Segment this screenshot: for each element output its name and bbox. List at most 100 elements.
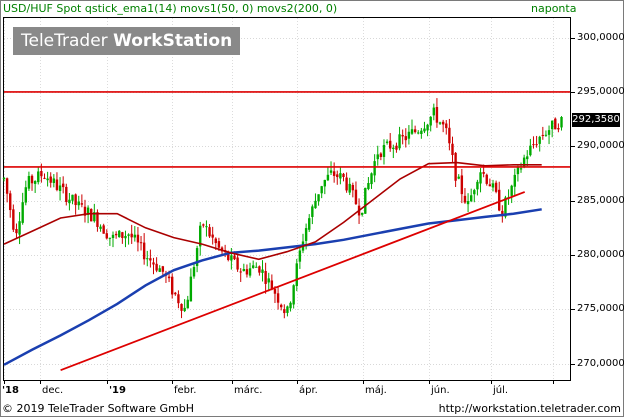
- candle: [105, 229, 108, 240]
- candle: [413, 125, 417, 134]
- candle: [445, 120, 448, 135]
- watermark-product: WorkStation: [113, 31, 233, 51]
- x-tick-label: ápr.: [299, 385, 318, 396]
- candle: [146, 250, 149, 267]
- candle: [332, 162, 336, 183]
- candle: [457, 174, 460, 180]
- candle-body: [535, 144, 538, 146]
- candle-body: [245, 269, 249, 275]
- candle: [136, 227, 140, 252]
- candle-body: [251, 265, 255, 268]
- candle-body: [373, 161, 376, 176]
- candle: [99, 224, 102, 232]
- candle-body: [426, 124, 429, 131]
- candle: [373, 154, 376, 183]
- candle: [102, 223, 105, 234]
- candle: [360, 212, 364, 217]
- candle-body: [37, 171, 40, 183]
- candle-body: [192, 267, 196, 277]
- candle: [186, 295, 189, 309]
- candle-body: [33, 180, 37, 184]
- candle: [336, 170, 339, 185]
- candle-body: [457, 176, 460, 179]
- candle: [376, 145, 379, 166]
- candle: [385, 139, 389, 145]
- candle-body: [554, 118, 557, 130]
- candle-body: [273, 289, 277, 294]
- candle: [58, 177, 62, 201]
- candle: [529, 138, 532, 157]
- candle-body: [5, 178, 9, 194]
- candle-body: [298, 250, 302, 262]
- candle-body: [560, 117, 563, 128]
- candle: [90, 208, 93, 222]
- candle-body: [279, 304, 283, 308]
- candle: [426, 123, 429, 137]
- candle-body: [407, 131, 411, 139]
- candle: [239, 268, 242, 282]
- candle-body: [40, 171, 43, 177]
- candle: [432, 103, 436, 121]
- candle: [407, 125, 411, 145]
- candle-body: [180, 303, 183, 311]
- candle: [469, 188, 473, 203]
- x-tick-label: '19: [109, 385, 126, 396]
- candle-body: [127, 234, 130, 236]
- candle-body: [513, 174, 516, 187]
- candle-body: [292, 285, 295, 305]
- candle-body: [267, 278, 270, 283]
- candle-body: [99, 226, 102, 229]
- candle-body: [80, 203, 84, 205]
- candle-body: [52, 178, 56, 184]
- candle-body: [317, 194, 320, 202]
- candle: [46, 171, 49, 187]
- candle-body: [46, 178, 49, 181]
- candle: [544, 130, 548, 137]
- candle: [258, 265, 261, 276]
- candle-body: [417, 132, 420, 134]
- candle-body: [438, 122, 442, 124]
- candle-body: [485, 174, 488, 184]
- candle: [195, 245, 199, 273]
- candle-body: [12, 209, 15, 230]
- candle-body: [258, 266, 261, 273]
- candle-body: [114, 233, 118, 236]
- candle-body: [152, 262, 155, 265]
- candle: [96, 209, 99, 232]
- candle-body: [102, 225, 105, 234]
- candle: [52, 174, 56, 188]
- candle: [339, 167, 342, 185]
- candle-body: [208, 227, 211, 237]
- candle-body: [494, 182, 498, 192]
- candle: [111, 231, 115, 248]
- candle: [248, 262, 252, 278]
- candle-body: [139, 242, 143, 244]
- candle: [15, 223, 18, 238]
- website-link[interactable]: http://workstation.teletrader.com: [439, 402, 621, 415]
- candle: [27, 171, 31, 191]
- last-price-tag: 292,3580: [572, 113, 620, 127]
- candle-body: [423, 128, 426, 132]
- candle: [389, 133, 392, 152]
- candle-body: [557, 128, 560, 130]
- candle-body: [18, 221, 21, 235]
- candle-body: [170, 276, 174, 295]
- candle-body: [376, 154, 379, 160]
- candle-body: [146, 258, 149, 260]
- candle: [550, 120, 554, 138]
- candle: [351, 182, 355, 198]
- candle-body: [460, 175, 464, 195]
- candle-body: [242, 269, 246, 272]
- x-tick-label: febr.: [174, 385, 197, 396]
- candle: [463, 188, 467, 204]
- candle-body: [283, 309, 286, 314]
- candle-body: [15, 228, 18, 234]
- candle: [510, 184, 513, 204]
- x-tick-label: máj.: [365, 385, 387, 396]
- candle-body: [320, 186, 323, 194]
- candle-body: [404, 136, 407, 141]
- candle: [404, 128, 407, 148]
- candle: [314, 193, 317, 209]
- candle-body: [130, 233, 133, 238]
- candle: [267, 272, 270, 292]
